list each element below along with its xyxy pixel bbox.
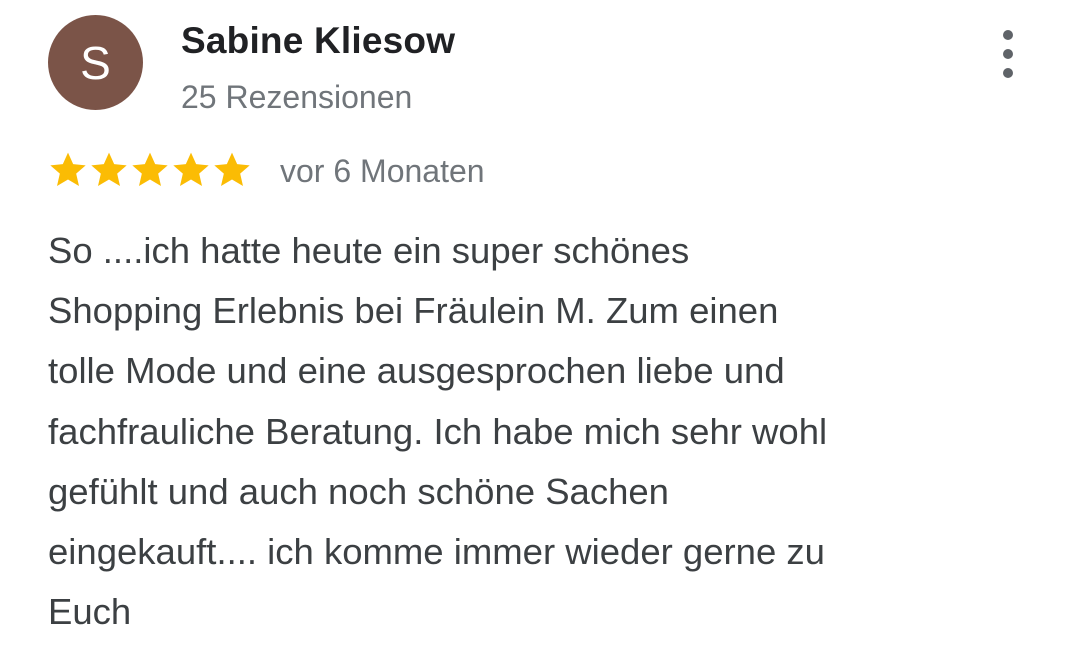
menu-dot xyxy=(1003,49,1013,59)
menu-dot xyxy=(1003,68,1013,78)
avatar-initial: S xyxy=(80,36,111,89)
star-icon xyxy=(89,150,129,190)
review-timestamp: vor 6 Monaten xyxy=(280,153,485,189)
star-icon xyxy=(130,150,170,190)
review-count: 25 Rezensionen xyxy=(181,79,413,115)
review-text: So ....ich hatte heute ein super schönes… xyxy=(48,230,828,633)
star-icon xyxy=(171,150,211,190)
more-vert-icon[interactable] xyxy=(988,30,1028,78)
author-name[interactable]: Sabine Kliesow xyxy=(181,20,455,62)
star-rating xyxy=(48,148,253,192)
star-icon xyxy=(48,150,88,190)
menu-dot xyxy=(1003,30,1013,40)
avatar[interactable]: S xyxy=(48,15,143,110)
review-card: S Sabine Kliesow 25 Rezensionen vor 6 Mo… xyxy=(0,0,1080,655)
star-icon xyxy=(212,150,252,190)
